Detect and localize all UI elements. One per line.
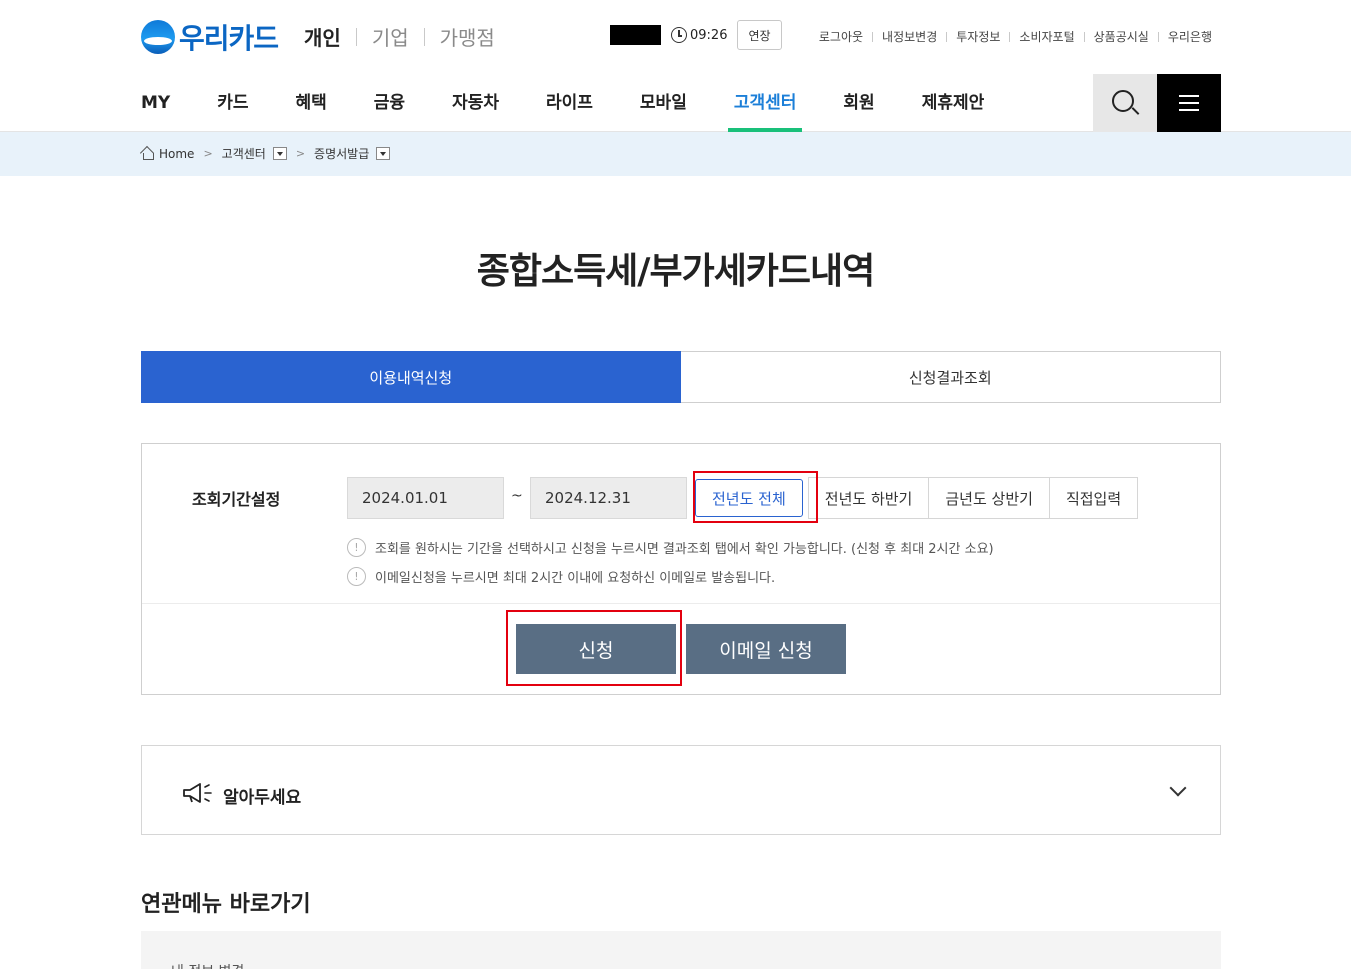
segment-personal[interactable]: 개인 xyxy=(304,22,341,51)
gnb-item-membership[interactable]: 회원 xyxy=(843,74,874,132)
gnb-item-card[interactable]: 카드 xyxy=(217,74,248,132)
breadcrumb-bar: Home > 고객센터 > 증명서발급 xyxy=(0,132,1351,176)
util-divider xyxy=(1157,31,1159,42)
session-time: 09:26 xyxy=(690,27,728,43)
hamburger-menu-icon xyxy=(1179,95,1199,111)
breadcrumb-customer-center[interactable]: 고객센터 xyxy=(222,145,266,162)
query-form: 조회기간설정 2024.01.01 ~ 2024.12.31 전년도 전체 전년… xyxy=(141,443,1221,695)
apply-button[interactable]: 신청 xyxy=(516,624,676,674)
related-menu-title: 연관메뉴 바로가기 xyxy=(141,892,311,917)
megaphone-icon xyxy=(183,783,212,803)
util-divider xyxy=(1083,31,1085,42)
product-disclosure-link[interactable]: 상품공시실 xyxy=(1094,28,1149,45)
info-exclamation-icon: ! xyxy=(347,567,366,586)
period-custom-input-button[interactable]: 직접입력 xyxy=(1048,477,1139,519)
gnb-item-mobile[interactable]: 모바일 xyxy=(640,74,687,132)
form-divider xyxy=(142,603,1220,604)
segment-merchant[interactable]: 가맹점 xyxy=(440,22,495,51)
notice-list: ! 조회를 원하시는 기간을 선택하시고 신청을 누르시면 결과조회 탭에서 확… xyxy=(347,533,994,591)
period-last-year-h2-button[interactable]: 전년도 하반기 xyxy=(807,477,930,519)
start-date-field[interactable]: 2024.01.01 xyxy=(347,477,504,519)
gnb-item-life[interactable]: 라이프 xyxy=(546,74,593,132)
breadcrumb-home[interactable]: Home xyxy=(159,147,194,161)
period-last-year-full-button[interactable]: 전년도 전체 xyxy=(695,479,803,517)
global-nav: MY 카드 혜택 금융 자동차 라이프 모바일 고객센터 회원 제휴제안 xyxy=(0,74,1351,132)
date-range-separator: ~ xyxy=(511,488,523,504)
gnb-item-car[interactable]: 자동차 xyxy=(452,74,499,132)
gnb-item-my[interactable]: MY xyxy=(141,74,170,132)
tab-list: 이용내역신청 신청결과조회 xyxy=(141,351,1221,403)
chevron-down-icon[interactable] xyxy=(1169,779,1187,797)
top-bar: 우리카드 개인 기업 가맹점 09:26 연장 로그아웃 내정보변경 투자정보 … xyxy=(0,0,1351,74)
period-this-year-h1-button[interactable]: 금년도 상반기 xyxy=(928,477,1050,519)
woori-bank-link[interactable]: 우리은행 xyxy=(1168,28,1212,45)
edit-profile-link[interactable]: 내정보변경 xyxy=(882,28,937,45)
session-timer: 09:26 연장 xyxy=(610,20,782,50)
notice-accordion[interactable]: 알아두세요 xyxy=(141,745,1221,835)
breadcrumb: Home > 고객센터 > 증명서발급 xyxy=(141,145,391,162)
breadcrumb-dropdown-toggle[interactable] xyxy=(376,147,391,160)
woori-card-logo[interactable]: 우리카드 xyxy=(141,20,279,55)
end-date-field[interactable]: 2024.12.31 xyxy=(530,477,687,519)
period-setting-label: 조회기간설정 xyxy=(192,490,281,509)
notice-item: ! 이메일신청을 누르시면 최대 2시간 이내에 요청하신 이메일로 발송됩니다… xyxy=(347,562,994,591)
info-exclamation-icon: ! xyxy=(347,538,366,557)
util-divider xyxy=(1009,31,1011,42)
email-request-button[interactable]: 이메일 신청 xyxy=(686,624,846,674)
notice-item: ! 조회를 원하시는 기간을 선택하시고 신청을 누르시면 결과조회 탭에서 확… xyxy=(347,533,994,562)
related-menu-panel: 내 정보 변경 xyxy=(141,931,1221,969)
gnb-item-benefit[interactable]: 혜택 xyxy=(296,74,327,132)
gnb-item-customer-center[interactable]: 고객센터 xyxy=(727,74,802,132)
notice-text: 조회를 원하시는 기간을 선택하시고 신청을 누르시면 결과조회 탭에서 확인 … xyxy=(375,542,994,557)
breadcrumb-dropdown-toggle[interactable] xyxy=(272,147,287,160)
search-icon xyxy=(1112,90,1134,112)
tab-request-result[interactable]: 신청결과조회 xyxy=(680,352,1220,402)
segment-divider xyxy=(423,27,425,46)
segment-corporate[interactable]: 기업 xyxy=(372,22,409,51)
accordion-title: 알아두세요 xyxy=(223,788,302,808)
page-title: 종합소득세/부가세카드내역 xyxy=(476,251,876,292)
consumer-portal-link[interactable]: 소비자포털 xyxy=(1019,28,1074,45)
tab-usage-request[interactable]: 이용내역신청 xyxy=(141,351,681,403)
util-divider xyxy=(872,31,874,42)
utility-links: 로그아웃 내정보변경 투자정보 소비자포털 상품공시실 우리은행 xyxy=(819,28,1212,45)
related-menu-item[interactable]: 내 정보 변경 xyxy=(171,961,244,969)
gnb-item-partnership[interactable]: 제휴제안 xyxy=(922,74,985,132)
notice-text: 이메일신청을 누르시면 최대 2시간 이내에 요청하신 이메일로 발송됩니다. xyxy=(375,571,776,586)
logout-link[interactable]: 로그아웃 xyxy=(819,28,863,45)
extend-session-button[interactable]: 연장 xyxy=(737,20,782,50)
breadcrumb-certificate[interactable]: 증명서발급 xyxy=(314,145,369,162)
chevron-right-icon: > xyxy=(203,147,213,160)
gnb-menu: MY 카드 혜택 금융 자동차 라이프 모바일 고객센터 회원 제휴제안 xyxy=(141,74,1031,132)
investor-info-link[interactable]: 투자정보 xyxy=(956,28,1000,45)
woori-logo-icon xyxy=(141,20,175,54)
logo-text: 우리카드 xyxy=(179,22,279,55)
segment-divider xyxy=(355,27,357,46)
chevron-right-icon: > xyxy=(295,147,306,160)
gnb-item-finance[interactable]: 금융 xyxy=(374,74,405,132)
user-name-redacted xyxy=(610,25,661,45)
util-divider xyxy=(946,31,948,42)
clock-icon xyxy=(671,27,687,43)
search-button[interactable] xyxy=(1093,74,1157,132)
period-preset-group: 전년도 전체 전년도 하반기 금년도 상반기 직접입력 xyxy=(693,477,1139,519)
all-menu-button[interactable] xyxy=(1157,74,1221,132)
customer-segment-nav: 개인 기업 가맹점 xyxy=(304,22,495,51)
home-icon xyxy=(141,147,154,160)
